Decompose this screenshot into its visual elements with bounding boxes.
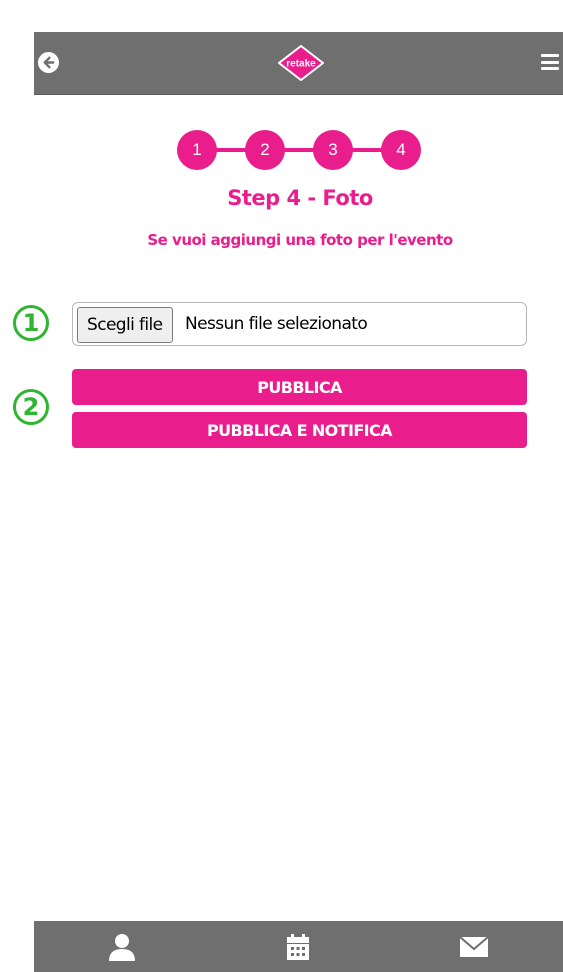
arrow-left-circle-icon: [43, 56, 55, 69]
menu-button[interactable]: [541, 54, 559, 70]
file-input[interactable]: Scegli file Nessun file selezionato: [72, 302, 527, 346]
user-icon: [109, 933, 135, 961]
publish-and-notify-button[interactable]: PUBBLICA E NOTIFICA: [72, 412, 527, 448]
annotation-marker-2: 2: [13, 389, 49, 425]
stepper-line: [197, 148, 403, 152]
bottom-navigation: [34, 921, 563, 972]
annotation-marker-1: 1: [13, 305, 49, 341]
hamburger-menu-icon: [541, 54, 559, 57]
top-app-bar: retake: [34, 32, 563, 95]
file-status-text: Nessun file selezionato: [185, 314, 368, 334]
step-title: Step 4 - Foto: [227, 186, 373, 210]
step-4[interactable]: 4: [381, 130, 421, 170]
back-button[interactable]: [38, 52, 59, 73]
step-1[interactable]: 1: [177, 130, 217, 170]
nav-messages[interactable]: [386, 921, 562, 972]
calendar-icon: [287, 933, 309, 960]
choose-file-button[interactable]: Scegli file: [77, 307, 173, 343]
publish-button[interactable]: PUBBLICA: [72, 369, 527, 405]
nav-calendar[interactable]: [210, 921, 386, 972]
nav-profile[interactable]: [34, 921, 210, 972]
stepper: 1 2 3 4: [177, 130, 423, 170]
step-2[interactable]: 2: [245, 130, 285, 170]
logo-text: retake: [286, 59, 316, 70]
step-subtitle: Se vuoi aggiungi una foto per l'evento: [147, 231, 453, 249]
retake-logo[interactable]: retake: [277, 44, 325, 82]
retake-logo-icon: retake: [277, 44, 325, 82]
envelope-icon: [459, 935, 489, 957]
step-3[interactable]: 3: [313, 130, 353, 170]
